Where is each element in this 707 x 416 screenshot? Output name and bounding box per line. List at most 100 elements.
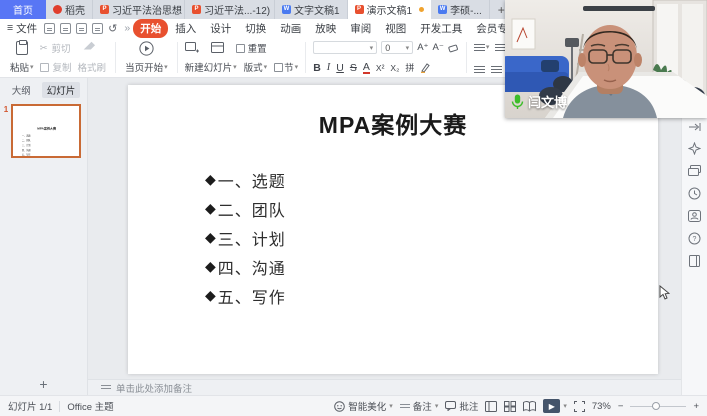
comments-button[interactable]: 批注 bbox=[445, 399, 478, 413]
layout-button[interactable]: 版式▾ bbox=[244, 60, 268, 74]
slide-bullet-list[interactable]: ◆一、选题 ◆二、团队 ◆三、计划 ◆四、沟通 ◆五、写作 bbox=[205, 165, 658, 310]
add-slide-button[interactable]: + bbox=[0, 374, 87, 395]
print-preview-icon[interactable] bbox=[92, 23, 103, 34]
collapse-panel-icon[interactable] bbox=[688, 122, 701, 132]
zoom-percentage[interactable]: 73% bbox=[592, 401, 611, 412]
toolbar-overflow-icon[interactable]: » bbox=[124, 22, 130, 34]
diamond-bullet-icon: ◆ bbox=[205, 171, 217, 188]
bullet-list-button[interactable]: ▾ bbox=[474, 43, 490, 51]
format-painter-button[interactable]: 格式刷 bbox=[74, 40, 111, 75]
menu-item-slideshow[interactable]: 放映 bbox=[308, 19, 343, 38]
panel-tab-outline[interactable]: 大纲 bbox=[7, 82, 36, 98]
thumbnail-bullets: 一、选题 二、团队 三、计划 四、沟通 五、写作 bbox=[22, 134, 80, 156]
slide-thumbnail[interactable]: MPA案例大赛 一、选题 二、团队 三、计划 四、沟通 五、写作 bbox=[11, 104, 81, 158]
chevron-down-icon: ▾ bbox=[406, 44, 410, 52]
wall-fixture bbox=[583, 6, 655, 11]
menu-item-animation[interactable]: 动画 bbox=[273, 19, 308, 38]
slideshow-play-button[interactable]: ▶ bbox=[543, 399, 560, 413]
tab-document-1[interactable]: P 习近平法治思想 bbox=[93, 0, 185, 19]
menu-item-home[interactable]: 开始 bbox=[133, 19, 168, 38]
italic-button[interactable]: I bbox=[327, 62, 331, 73]
slide-thumbnail-content: MPA案例大赛 一、选题 二、团队 三、计划 四、沟通 五、写作 bbox=[13, 126, 80, 158]
zoom-slider[interactable] bbox=[630, 406, 686, 407]
bullet-item[interactable]: ◆三、计划 bbox=[205, 223, 658, 252]
tab-document-active[interactable]: P 演示文稿1 bbox=[348, 0, 432, 19]
tab-document-3[interactable]: W 文字文稿1 bbox=[275, 0, 348, 19]
notebook-icon[interactable] bbox=[688, 255, 701, 267]
menu-item-transition[interactable]: 切换 bbox=[238, 19, 273, 38]
chevron-down-icon: ▾ bbox=[389, 402, 393, 410]
subscript-button[interactable]: X₂ bbox=[390, 63, 399, 73]
highlight-pen-icon[interactable] bbox=[420, 63, 430, 73]
increase-font-button[interactable]: A⁺ bbox=[417, 42, 428, 53]
tab-home[interactable]: 首页 bbox=[0, 0, 46, 19]
notes-placeholder: 单击此处添加备注 bbox=[116, 381, 192, 395]
align-center-button[interactable] bbox=[491, 65, 502, 73]
copy-button[interactable]: 复制 bbox=[40, 60, 72, 74]
strikethrough-button[interactable]: S bbox=[350, 62, 357, 74]
menu-item-devtools[interactable]: 开发工具 bbox=[413, 19, 469, 38]
account-icon[interactable] bbox=[688, 210, 701, 222]
underline-button[interactable]: U bbox=[336, 62, 344, 74]
notes-bar[interactable]: 单击此处添加备注 bbox=[88, 379, 681, 395]
clock-icon[interactable] bbox=[688, 187, 701, 200]
video-call-overlay[interactable]: 闫文博 bbox=[505, 0, 707, 118]
fit-window-icon[interactable] bbox=[574, 401, 585, 412]
smart-beautify-face-icon bbox=[334, 401, 345, 412]
help-icon[interactable]: ? bbox=[688, 232, 701, 245]
export-icon[interactable] bbox=[60, 23, 71, 34]
undo-icon[interactable]: ↺ bbox=[108, 22, 117, 35]
zoom-in-button[interactable]: + bbox=[693, 401, 699, 412]
reading-view-icon[interactable] bbox=[523, 401, 536, 412]
clear-format-icon[interactable] bbox=[448, 43, 459, 53]
file-menu[interactable]: ≡ 文件 bbox=[7, 21, 37, 36]
section-button[interactable]: 节▾ bbox=[274, 60, 298, 74]
paste-button[interactable]: 粘贴▾ bbox=[6, 40, 38, 75]
zoom-slider-knob[interactable] bbox=[652, 402, 660, 410]
bullet-item[interactable]: ◆一、选题 bbox=[205, 165, 658, 194]
tab-label: 习近平法治思想 bbox=[112, 2, 182, 17]
menu-item-view[interactable]: 视图 bbox=[378, 19, 413, 38]
smart-beautify-label: 智能美化 bbox=[348, 399, 386, 413]
section-icon bbox=[274, 63, 283, 72]
play-from-current-button[interactable]: 当页开始▾ bbox=[121, 40, 172, 75]
align-left-button[interactable] bbox=[474, 65, 485, 73]
slide-thumbnail-number: 1 bbox=[1, 104, 11, 158]
font-size-select[interactable]: 0▾ bbox=[381, 41, 413, 54]
chevron-down-icon: ▾ bbox=[295, 63, 299, 71]
normal-view-icon[interactable] bbox=[485, 401, 497, 412]
format-painter-icon bbox=[84, 42, 100, 58]
layout-label: 版式 bbox=[244, 60, 263, 74]
smart-beautify-icon[interactable] bbox=[688, 142, 701, 155]
menu-item-insert[interactable]: 插入 bbox=[168, 19, 203, 38]
cut-button[interactable]: ✂剪切 bbox=[40, 41, 72, 55]
font-color-button[interactable]: A bbox=[363, 62, 370, 74]
panel-tab-slides[interactable]: 幻灯片 bbox=[42, 82, 81, 98]
editor-column: MPA案例大赛 ◆一、选题 ◆二、团队 ◆三、计划 ◆四、沟通 ◆五、写作 单击… bbox=[88, 78, 681, 395]
slide-library-icon[interactable] bbox=[688, 165, 701, 177]
slide-page[interactable]: MPA案例大赛 ◆一、选题 ◆二、团队 ◆三、计划 ◆四、沟通 ◆五、写作 bbox=[128, 85, 658, 374]
ppt-file-icon: P bbox=[355, 5, 364, 14]
new-slide-button[interactable]: 新建幻灯片▾ bbox=[185, 60, 237, 74]
bullet-item[interactable]: ◆四、沟通 bbox=[205, 252, 658, 281]
bold-button[interactable]: B bbox=[313, 62, 321, 74]
superscript-button[interactable]: X² bbox=[376, 63, 385, 73]
pinyin-guide-button[interactable]: 拼 bbox=[405, 61, 414, 74]
right-tool-strip: ? bbox=[681, 78, 707, 395]
slide-sorter-view-icon[interactable] bbox=[504, 401, 516, 412]
font-name-select[interactable]: ▾ bbox=[313, 41, 377, 54]
smart-beautify-button[interactable]: 智能美化 ▾ bbox=[334, 399, 393, 413]
notes-toggle-button[interactable]: 备注 ▾ bbox=[400, 399, 439, 413]
menu-item-design[interactable]: 设计 bbox=[203, 19, 238, 38]
menu-item-review[interactable]: 审阅 bbox=[343, 19, 378, 38]
save-icon[interactable] bbox=[44, 23, 55, 34]
decrease-font-button[interactable]: A⁻ bbox=[433, 42, 444, 53]
bullet-item[interactable]: ◆二、团队 bbox=[205, 194, 658, 223]
tab-docer[interactable]: 稻壳 bbox=[46, 0, 93, 19]
slide-canvas[interactable]: MPA案例大赛 ◆一、选题 ◆二、团队 ◆三、计划 ◆四、沟通 ◆五、写作 bbox=[88, 78, 681, 379]
tab-document-2[interactable]: P 习近平法...-12) bbox=[185, 0, 275, 19]
zoom-out-button[interactable]: − bbox=[618, 401, 624, 412]
bullet-item[interactable]: ◆五、写作 bbox=[205, 281, 658, 310]
print-icon[interactable] bbox=[76, 23, 87, 34]
tab-document-4[interactable]: W 李硕-... bbox=[431, 0, 490, 19]
